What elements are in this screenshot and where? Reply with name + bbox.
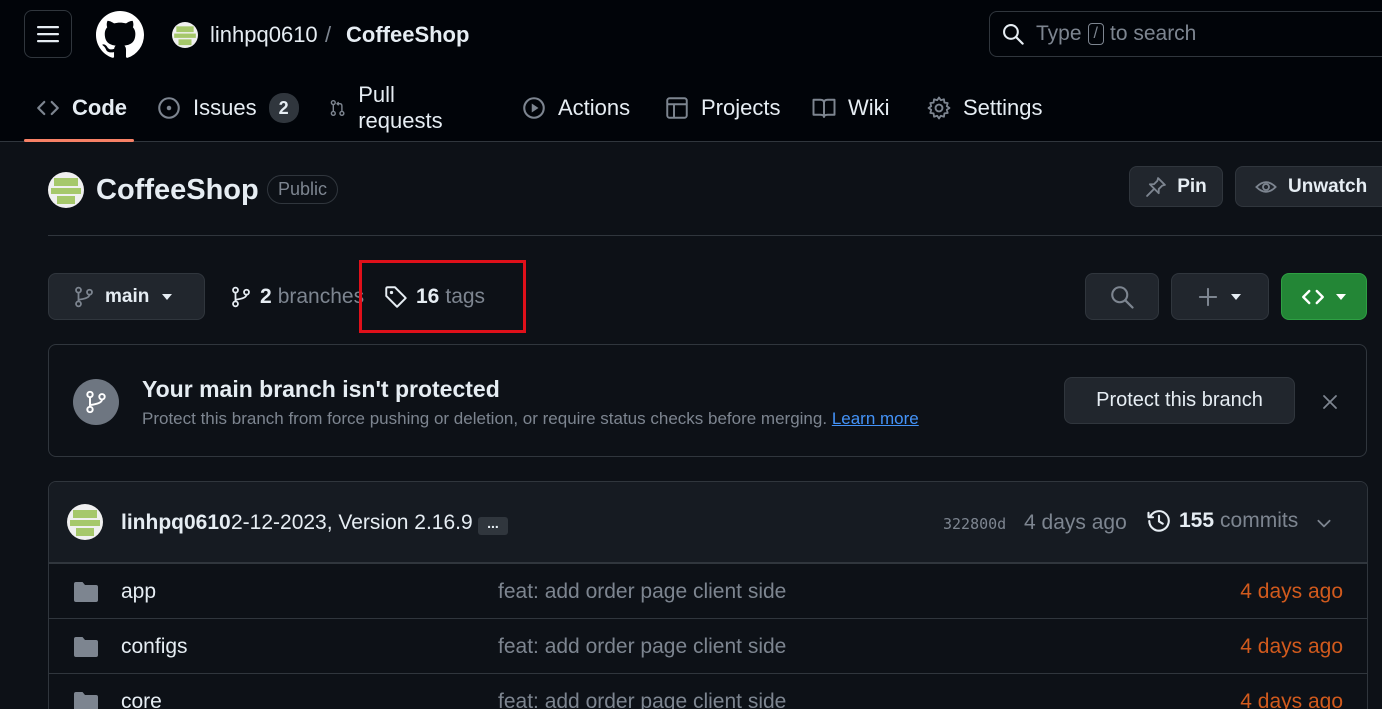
file-row[interactable]: configs feat: add order page client side… xyxy=(49,618,1367,673)
folder-icon xyxy=(74,582,98,602)
branch-selector[interactable]: main xyxy=(48,273,205,320)
play-icon xyxy=(523,97,545,119)
gear-icon xyxy=(927,96,951,120)
file-row[interactable]: core feat: add order page client side 4 … xyxy=(49,673,1367,709)
commit-time: 4 days ago xyxy=(1024,511,1127,534)
branches-link[interactable]: 2 branches xyxy=(230,283,364,311)
branch-protection-banner: Your main branch isn't protected Protect… xyxy=(48,344,1367,457)
tab-settings[interactable]: Settings xyxy=(927,84,1043,132)
issues-count-badge: 2 xyxy=(268,93,299,123)
commits-link[interactable]: 155 commits xyxy=(1147,509,1298,533)
search-placeholder-suffix: to search xyxy=(1109,22,1197,45)
table-icon xyxy=(666,97,688,119)
repo-title[interactable]: CoffeeShop xyxy=(96,172,259,208)
repo-avatar xyxy=(48,172,84,208)
search-icon xyxy=(1003,24,1024,45)
eye-icon xyxy=(1255,180,1277,193)
close-icon[interactable] xyxy=(1317,389,1343,415)
latest-commit-bar: linhpq0610 2-12-2023, Version 2.16.9 ...… xyxy=(49,482,1367,563)
breadcrumb-owner[interactable]: linhpq0610 xyxy=(210,22,318,48)
active-tab-indicator xyxy=(24,139,134,142)
branch-name: main xyxy=(105,285,150,307)
commit-author[interactable]: linhpq0610 xyxy=(121,511,231,535)
title-divider xyxy=(48,235,1382,236)
learn-more-link[interactable]: Learn more xyxy=(832,409,919,428)
pull-request-icon xyxy=(330,99,345,117)
commit-author-avatar[interactable] xyxy=(67,504,103,540)
tab-issues[interactable]: Issues 2 xyxy=(157,84,299,132)
protect-branch-button[interactable]: Protect this branch xyxy=(1064,377,1295,424)
branch-icon xyxy=(75,286,93,307)
pin-button[interactable]: Pin xyxy=(1129,166,1223,207)
tab-actions[interactable]: Actions xyxy=(522,84,630,132)
file-browser: linhpq0610 2-12-2023, Version 2.16.9 ...… xyxy=(48,481,1368,709)
menu-button[interactable] xyxy=(24,10,72,58)
hamburger-icon xyxy=(37,26,59,43)
chevron-down-icon[interactable] xyxy=(1315,514,1333,532)
file-name[interactable]: app xyxy=(121,580,156,604)
pin-icon xyxy=(1146,176,1167,197)
breadcrumb-repo[interactable]: CoffeeShop xyxy=(346,22,469,48)
visibility-badge: Public xyxy=(267,175,339,204)
file-name[interactable]: configs xyxy=(121,635,188,659)
file-commit-message[interactable]: feat: add order page client side xyxy=(498,580,786,604)
caret-down-icon xyxy=(162,293,173,300)
tab-projects[interactable]: Projects xyxy=(665,84,780,132)
code-icon xyxy=(1302,289,1324,304)
breadcrumb-separator: / xyxy=(325,22,332,47)
search-shortcut-key: / xyxy=(1087,23,1104,45)
unwatch-button[interactable]: Unwatch xyxy=(1235,166,1382,207)
history-icon xyxy=(1147,510,1170,532)
search-placeholder-prefix: Type xyxy=(1036,22,1082,45)
file-time: 4 days ago xyxy=(1240,580,1343,603)
file-name[interactable]: core xyxy=(121,690,162,709)
owner-avatar[interactable] xyxy=(172,22,198,48)
file-commit-message[interactable]: feat: add order page client side xyxy=(498,635,786,659)
commit-sha[interactable]: 322800d xyxy=(943,515,1006,533)
commits-count: 155 xyxy=(1179,509,1215,532)
branches-count: 2 xyxy=(260,285,272,308)
plus-icon xyxy=(1198,287,1218,306)
caret-down-icon xyxy=(1231,293,1241,300)
add-file-button[interactable] xyxy=(1171,273,1269,320)
banner-title: Your main branch isn't protected xyxy=(142,376,500,402)
branches-label: branches xyxy=(277,285,365,308)
github-logo-icon[interactable] xyxy=(96,11,144,59)
commit-message[interactable]: 2-12-2023, Version 2.16.9 xyxy=(231,511,473,535)
file-row[interactable]: app feat: add order page client side 4 d… xyxy=(49,563,1367,618)
code-button[interactable] xyxy=(1281,273,1367,320)
commit-expand-button[interactable]: ... xyxy=(478,516,508,535)
file-time: 4 days ago xyxy=(1240,690,1343,709)
tab-wiki[interactable]: Wiki xyxy=(812,84,890,132)
go-to-file-button[interactable] xyxy=(1085,273,1159,320)
branch-icon xyxy=(232,286,250,308)
tab-code[interactable]: Code xyxy=(36,84,127,132)
search-input[interactable]: Type / to search xyxy=(989,11,1382,57)
folder-icon xyxy=(74,692,98,709)
book-icon xyxy=(812,98,836,118)
file-time: 4 days ago xyxy=(1240,635,1343,658)
code-icon xyxy=(37,100,59,116)
commits-label: commits xyxy=(1220,509,1299,532)
banner-description: Protect this branch from force pushing o… xyxy=(142,409,919,428)
issue-icon xyxy=(158,97,180,119)
tab-pull-requests[interactable]: Pull requests xyxy=(329,82,449,133)
file-commit-message[interactable]: feat: add order page client side xyxy=(498,690,786,709)
caret-down-icon xyxy=(1336,293,1346,300)
branch-icon xyxy=(73,379,119,425)
global-header: linhpq0610 / CoffeeShop Type / to search… xyxy=(0,0,1382,142)
search-icon xyxy=(1111,285,1134,309)
folder-icon xyxy=(74,637,98,657)
highlight-annotation xyxy=(359,260,526,333)
